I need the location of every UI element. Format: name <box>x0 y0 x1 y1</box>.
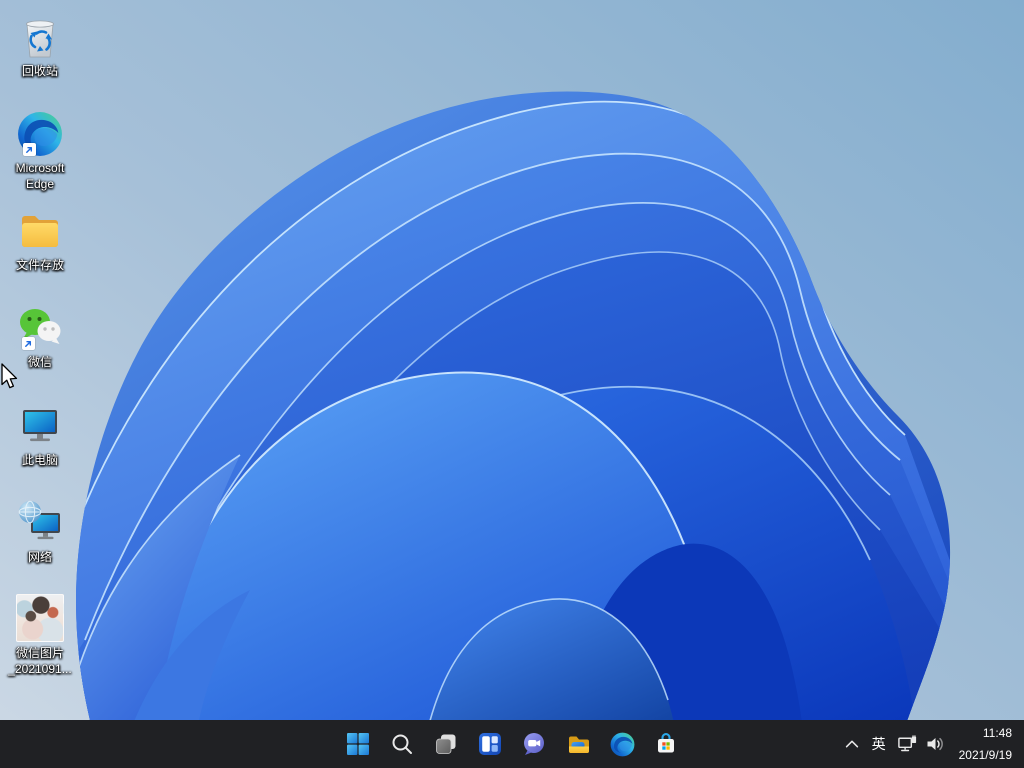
desktop-icon-wechat[interactable]: 微信 <box>1 299 79 371</box>
taskbar-clock[interactable]: 11:48 2021/9/19 <box>951 724 1020 764</box>
desktop-icon-microsoft-edge[interactable]: Microsoft Edge <box>1 105 79 193</box>
desktop-icon-label: 网络 <box>28 550 52 566</box>
desktop-icon-label: 微信图片 _2021091... <box>8 646 71 678</box>
ime-indicator[interactable]: 英 <box>867 724 891 764</box>
chat-video-icon <box>522 732 546 756</box>
shortcut-arrow-icon <box>22 337 35 350</box>
file-explorer-button[interactable] <box>558 724 598 764</box>
desktop-icon-files-folder[interactable]: 文件存放 <box>1 202 79 274</box>
desktop-icon-network[interactable]: 网络 <box>1 494 79 566</box>
recycle-bin-icon <box>16 8 64 60</box>
edge-icon <box>17 105 63 157</box>
widgets-icon <box>478 732 502 756</box>
ethernet-icon <box>897 734 918 754</box>
task-view-button[interactable] <box>426 724 466 764</box>
taskbar-center-buttons <box>338 720 686 768</box>
desktop-icon-recycle-bin[interactable]: 回收站 <box>1 8 79 80</box>
desktop-icon-wechat-image[interactable]: 微信图片 _2021091... <box>1 590 79 678</box>
folder-icon <box>566 732 590 756</box>
speaker-icon <box>925 734 945 754</box>
shortcut-arrow-icon <box>23 143 36 156</box>
store-bag-icon <box>654 732 678 756</box>
search-icon <box>390 732 414 756</box>
desktop-icon-label: 此电脑 <box>22 453 58 469</box>
task-view-icon <box>434 732 458 756</box>
network-globe-monitor-icon <box>16 494 64 546</box>
taskbar: 英 11:48 2021/9/19 <box>0 720 1024 768</box>
system-tray: 英 11:48 2021/9/19 <box>838 720 1020 768</box>
edge-taskbar-button[interactable] <box>602 724 642 764</box>
ime-label: 英 <box>872 734 886 754</box>
microsoft-store-button[interactable] <box>646 724 686 764</box>
clock-date: 2021/9/19 <box>959 748 1012 763</box>
image-thumbnail <box>16 590 64 642</box>
start-button[interactable] <box>338 724 378 764</box>
edge-icon <box>610 732 635 757</box>
windows-logo-icon <box>346 732 370 756</box>
monitor-icon <box>16 397 64 449</box>
desktop-icon-label: 回收站 <box>22 64 58 80</box>
desktop-icon-label: 文件存放 <box>16 258 64 274</box>
chevron-up-icon <box>843 735 861 753</box>
desktop[interactable]: 回收站 Microsoft Edge <box>0 0 1024 720</box>
desktop-icon-label: 微信 <box>28 355 52 371</box>
quick-settings-button[interactable] <box>892 724 950 764</box>
folder-icon <box>16 202 64 254</box>
desktop-icon-this-pc[interactable]: 此电脑 <box>1 397 79 469</box>
chat-button[interactable] <box>514 724 554 764</box>
clock-time: 11:48 <box>983 726 1012 741</box>
widgets-button[interactable] <box>470 724 510 764</box>
search-button[interactable] <box>382 724 422 764</box>
desktop-icon-label: Microsoft Edge <box>16 161 65 193</box>
wechat-icon <box>16 299 64 351</box>
tray-expand-button[interactable] <box>838 724 866 764</box>
